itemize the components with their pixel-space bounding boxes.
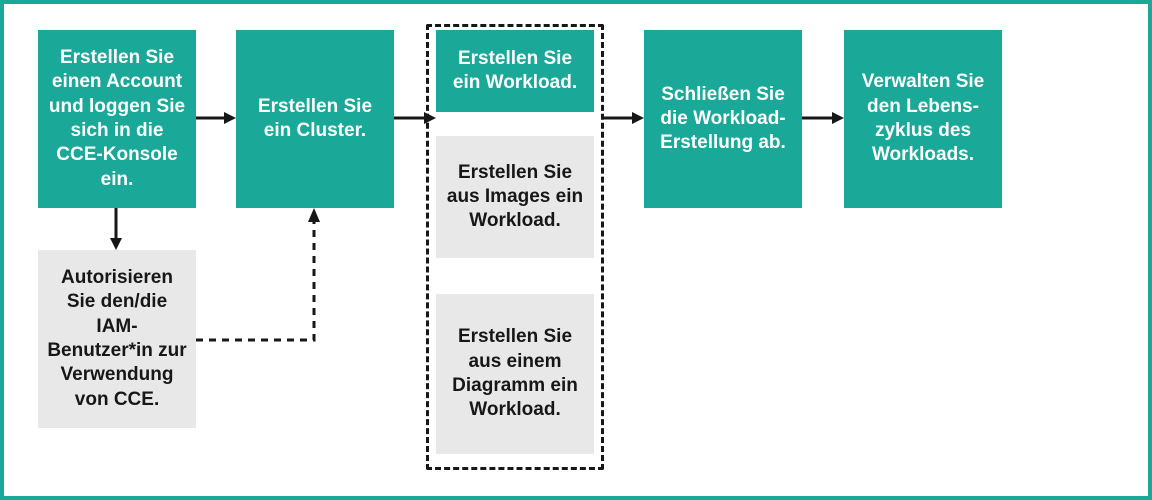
arrow-icon <box>604 110 644 126</box>
step-label: Erstellen Sie ein Workload. <box>444 47 586 96</box>
diagram-container: Erstellen Sie einen Account und loggen S… <box>0 0 1152 500</box>
step-label: Erstellen Sie ein Cluster. <box>244 95 386 144</box>
arrow-icon <box>394 110 436 126</box>
step-label: Erstellen Sie aus Images ein Workload. <box>444 161 586 234</box>
step-label: Erstellen Sie einen Account und loggen S… <box>46 46 188 192</box>
step-create-workload: Erstellen Sie ein Workload. <box>436 30 594 112</box>
step-label: Erstellen Sie aus einem Diagramm ein Wor… <box>444 325 586 422</box>
step-label: Autorisieren Sie den/die IAM-Benutzer*in… <box>46 266 188 412</box>
sub-authorize-iam: Autorisieren Sie den/die IAM-Benutzer*in… <box>38 250 196 428</box>
step-manage-lifecycle: Verwalten Sie den Lebens-zyklus des Work… <box>844 30 1002 208</box>
opt-workload-diagram: Erstellen Sie aus einem Diagramm ein Wor… <box>436 294 594 454</box>
step-label: Schließen Sie die Workload-Erstellung ab… <box>652 83 794 156</box>
opt-workload-images: Erstellen Sie aus Images ein Workload. <box>436 136 594 258</box>
step-create-cluster: Erstellen Sie ein Cluster. <box>236 30 394 208</box>
step-label: Verwalten Sie den Lebens-zyklus des Work… <box>852 70 994 167</box>
step-create-account: Erstellen Sie einen Account und loggen S… <box>38 30 196 208</box>
arrow-icon <box>802 110 844 126</box>
arrow-icon <box>196 110 236 126</box>
step-finish-workload: Schließen Sie die Workload-Erstellung ab… <box>644 30 802 208</box>
arrow-dashed-icon <box>196 208 326 348</box>
arrow-icon <box>108 208 124 250</box>
